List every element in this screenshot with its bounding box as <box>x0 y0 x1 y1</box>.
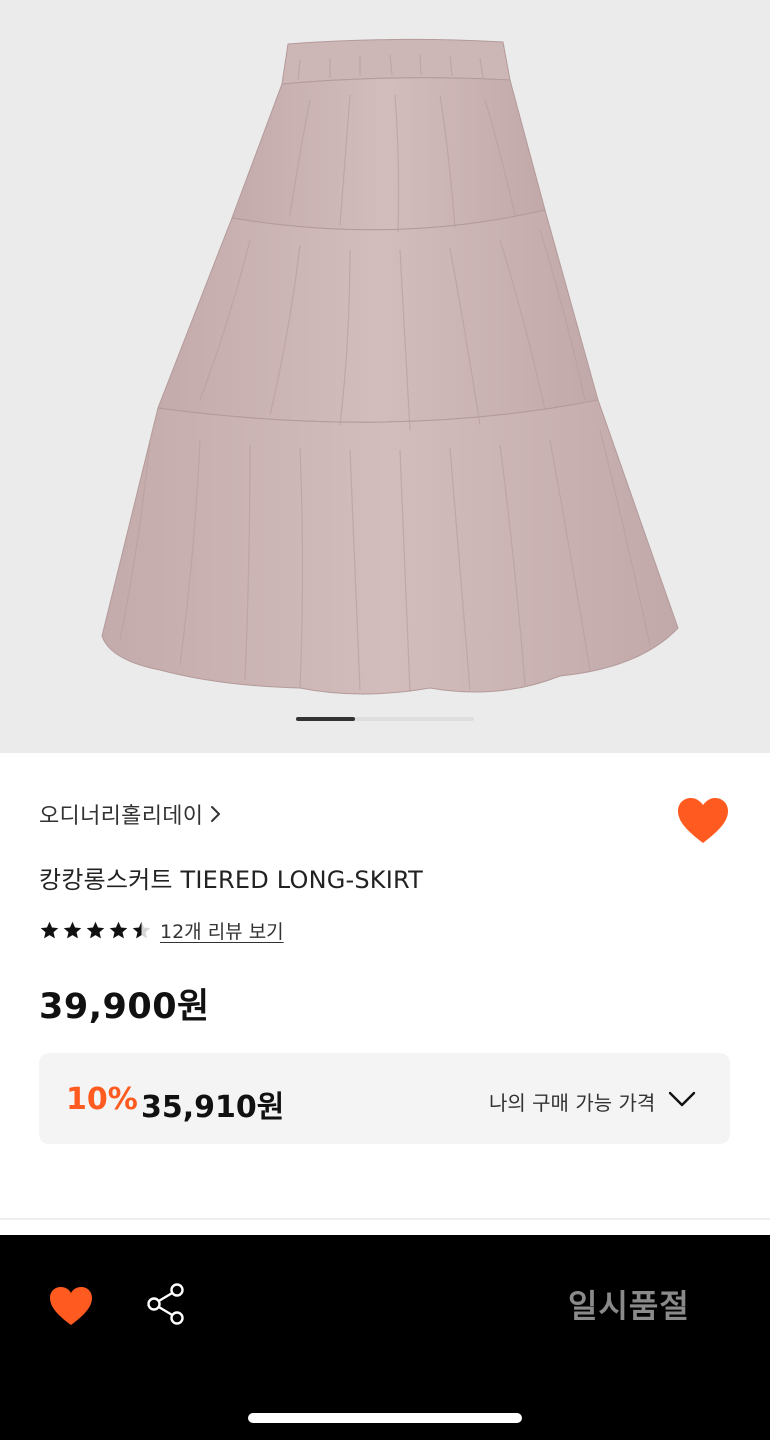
home-indicator <box>248 1413 522 1423</box>
chevron-right-icon <box>211 806 221 822</box>
review-link[interactable]: 12개 리뷰 보기 <box>160 917 284 944</box>
brand-link[interactable]: 오디너리홀리데이 <box>39 798 223 830</box>
product-image[interactable] <box>0 0 770 753</box>
soldout-button[interactable]: 일시품절 <box>568 1281 690 1327</box>
rating-row: 12개 리뷰 보기 <box>39 917 284 944</box>
star-icon <box>40 921 59 939</box>
my-price-label: 나의 구매 가능 가격 <box>489 1091 656 1115</box>
product-title: 캉캉롱스커트 TIERED LONG-SKIRT <box>39 866 424 894</box>
heart-icon[interactable] <box>48 1285 94 1327</box>
divider <box>0 1218 770 1220</box>
image-pager-active <box>296 717 355 721</box>
star-icon <box>109 921 128 939</box>
share-icon[interactable] <box>145 1281 187 1327</box>
chevron-down-icon[interactable] <box>667 1087 697 1111</box>
brand-name: 오디너리홀리데이 <box>39 804 204 829</box>
image-pager <box>296 717 474 721</box>
my-price-panel[interactable]: 10% 35,910원 나의 구매 가능 가격 <box>39 1053 730 1144</box>
star-rating <box>39 920 152 941</box>
skirt-image <box>101 38 679 695</box>
heart-icon[interactable] <box>676 796 730 846</box>
star-icon <box>86 921 105 939</box>
star-icon <box>63 921 82 939</box>
star-half-icon <box>132 921 151 939</box>
bottom-action-bar: 일시품절 <box>0 1235 770 1440</box>
product-price: 39,900원 <box>39 987 210 1027</box>
discount-rate: 10% <box>66 1082 138 1117</box>
discount-price: 35,910원 <box>141 1090 285 1125</box>
